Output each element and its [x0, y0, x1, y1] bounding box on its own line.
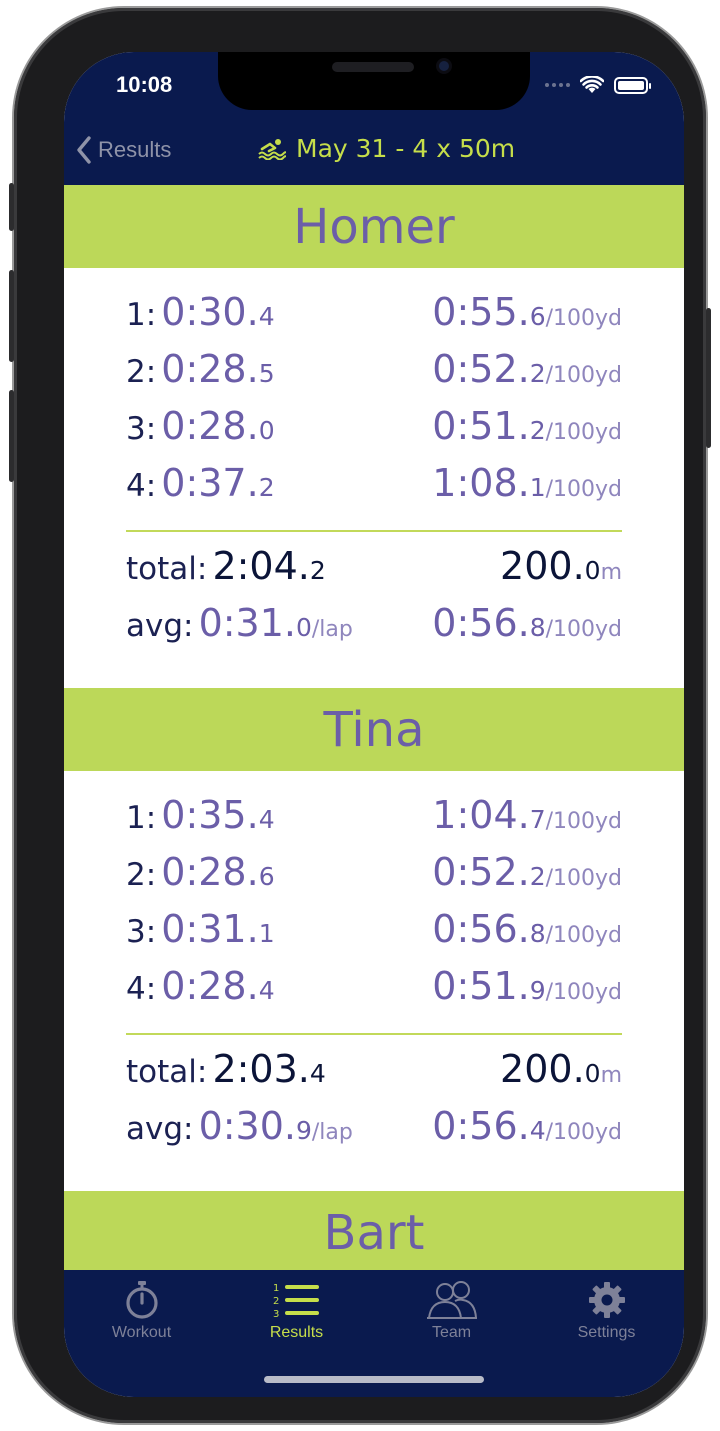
lap-row: 4: 0:37.2 1:08.1/100yd	[126, 461, 622, 505]
tab-label: Settings	[577, 1324, 636, 1341]
stopwatch-icon	[125, 1281, 158, 1319]
back-label: Results	[98, 137, 172, 162]
back-button[interactable]: Results	[76, 136, 171, 164]
navigation-bar: 10:08 Results May 31 - 4 x 50m	[64, 52, 684, 185]
status-icons	[545, 76, 651, 94]
home-indicator[interactable]	[264, 1376, 484, 1383]
screen: 10:08 Results May 31 - 4 x 50m Homer 1: …	[64, 52, 684, 1397]
total-row: total: 2:04.2 200.0m	[126, 544, 622, 588]
lap-row: 3: 0:28.0 0:51.2/100yd	[126, 404, 622, 448]
total-row: total: 2:03.4 200.0m	[126, 1047, 622, 1091]
notch	[218, 52, 530, 110]
avg-row: avg: 0:31.0/lap 0:56.8/100yd	[126, 601, 622, 645]
cellular-signal-icon	[545, 83, 570, 87]
divider	[126, 1033, 622, 1035]
list-number: 2	[273, 1296, 279, 1307]
lap-row: 4: 0:28.4 0:51.9/100yd	[126, 964, 622, 1008]
side-button-volume-up	[9, 270, 14, 362]
tab-label: Results	[269, 1324, 324, 1341]
lap-row: 2: 0:28.6 0:52.2/100yd	[126, 850, 622, 894]
list-number: 3	[273, 1309, 279, 1320]
wifi-icon	[580, 76, 604, 93]
phone-frame: 10:08 Results May 31 - 4 x 50m Homer 1: …	[9, 8, 711, 1423]
lap-row: 1: 0:30.4 0:55.6/100yd	[126, 290, 622, 334]
workout-title: May 31 - 4 x 50m	[296, 134, 516, 163]
team-icon	[426, 1281, 477, 1319]
gear-icon	[588, 1282, 625, 1318]
lap-row: 1: 0:35.4 1:04.7/100yd	[126, 793, 622, 837]
battery-icon	[614, 76, 651, 94]
side-button-volume-down	[9, 390, 14, 482]
front-camera	[436, 58, 452, 74]
numbered-list-icon: 1 2 3	[273, 1283, 319, 1320]
swimmer-icon	[258, 138, 286, 160]
tab-workout[interactable]: Workout	[64, 1270, 219, 1397]
side-button-silent	[9, 183, 14, 231]
swimmer-results: 1: 0:30.4 0:55.6/100yd 2: 0:28.5 0:52.2/…	[64, 268, 684, 688]
chevron-left-icon	[77, 136, 91, 164]
tab-label: Team	[431, 1324, 472, 1341]
lap-row: 3: 0:31.1 0:56.8/100yd	[126, 907, 622, 951]
lap-row: 2: 0:28.5 0:52.2/100yd	[126, 347, 622, 391]
swimmer-header: Homer	[64, 185, 684, 268]
side-button-power	[706, 308, 711, 448]
swimmer-header: Tina	[64, 688, 684, 771]
status-time: 10:08	[116, 72, 173, 97]
tab-label: Workout	[111, 1324, 172, 1341]
list-number: 1	[273, 1283, 279, 1294]
divider	[126, 530, 622, 532]
swimmer-header: Bart	[64, 1191, 684, 1270]
results-list[interactable]: Homer 1: 0:30.4 0:55.6/100yd 2: 0:28.5 0…	[64, 185, 684, 1270]
speaker	[332, 62, 414, 72]
tab-settings[interactable]: Settings	[529, 1270, 684, 1397]
avg-row: avg: 0:30.9/lap 0:56.4/100yd	[126, 1104, 622, 1148]
nav-title: May 31 - 4 x 50m	[258, 134, 515, 163]
swimmer-results: 1: 0:35.4 1:04.7/100yd 2: 0:28.6 0:52.2/…	[64, 771, 684, 1191]
